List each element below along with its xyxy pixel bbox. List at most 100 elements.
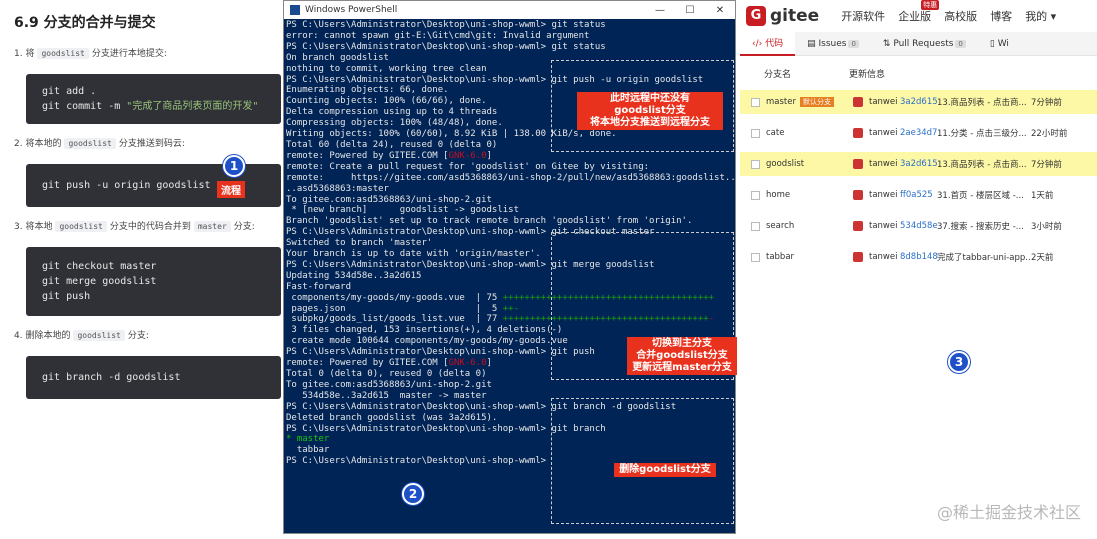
maximize-button[interactable]: ☐: [675, 5, 705, 16]
code-line: git commit -m "完成了商品列表页面的开发": [42, 99, 265, 114]
step-num: 1.: [14, 49, 23, 59]
commit-sha[interactable]: 3a2d615: [900, 97, 938, 107]
branch-row[interactable]: search tanwei 534d58e 37.搜索 - 搜索历史 -... …: [740, 214, 1097, 238]
nav-mine[interactable]: 我的 ▾: [1025, 8, 1056, 24]
watermark: @稀土掘金技术社区: [936, 503, 1081, 522]
tab-count: 0: [848, 39, 859, 48]
nav-opensource[interactable]: 开源软件: [841, 8, 885, 24]
close-button[interactable]: ✕: [705, 5, 735, 16]
annotation-box-delete: [551, 398, 734, 524]
minimize-button[interactable]: —: [645, 5, 675, 16]
inline-code: goodslist: [55, 221, 107, 232]
branch-row[interactable]: master 默认分支 tanwei 3a2d615 13.商品列表 - 点击商.…: [740, 90, 1097, 114]
code-block-merge: git checkout master git merge goodslist …: [26, 247, 281, 316]
doc-title: 6.9 分支的合并与提交: [14, 15, 156, 31]
nav-education[interactable]: 高校版: [944, 8, 977, 24]
commit-time: 3小时前: [1031, 222, 1062, 232]
commit-sha[interactable]: ff0a525: [900, 190, 937, 200]
code-line: git merge goodslist: [42, 276, 157, 287]
commit-sha[interactable]: 3a2d615: [900, 159, 938, 169]
window-titlebar[interactable]: Windows PowerShell — ☐ ✕: [284, 1, 735, 19]
step-num: 2.: [14, 139, 23, 149]
commit-time: 1天前: [1031, 191, 1054, 201]
gitee-panel: G gitee 开源软件 企业版 特惠 高校版 博客 我的 ▾ ‹/› 代码 ▤ …: [740, 0, 1097, 539]
nav-enterprise[interactable]: 企业版 特惠: [898, 0, 940, 24]
branch-row[interactable]: cate tanwei 2ae34d7 11.分类 - 点击三级分... 22小…: [740, 121, 1097, 145]
commit-sha[interactable]: 2ae34d7: [900, 128, 937, 138]
branch-checkbox[interactable]: [751, 190, 760, 200]
default-branch-badge: 默认分支: [799, 97, 834, 107]
commit-author[interactable]: tanwei: [869, 221, 900, 231]
branch-row[interactable]: tabbar tanwei 8d8b148 完成了tabbar-uni-app.…: [740, 245, 1097, 269]
step-text: 分支进行本地提交:: [91, 49, 167, 59]
step-text: 分支中的代码合并到: [109, 222, 191, 232]
step-num: 4.: [14, 331, 23, 341]
code-string: "完成了商品列表页面的开发": [126, 101, 259, 112]
tab-code[interactable]: ‹/› 代码: [740, 31, 796, 56]
branch-row[interactable]: goodslist tanwei 3a2d615 13.商品列表 - 点击商..…: [740, 152, 1097, 176]
code-icon: ‹/›: [752, 38, 766, 49]
wiki-icon: ▯: [989, 38, 998, 49]
branch-name[interactable]: cate: [766, 128, 853, 138]
branch-name[interactable]: master 默认分支: [766, 97, 853, 107]
avatar: [853, 221, 863, 231]
commit-author[interactable]: tanwei: [869, 128, 900, 138]
commit-author[interactable]: tanwei: [869, 252, 900, 262]
commit-time: 2天前: [1031, 253, 1054, 263]
commit-message[interactable]: 37.搜索 - 搜索历史 -...: [937, 220, 1031, 232]
branch-checkbox[interactable]: [751, 128, 760, 138]
commit-time: 7分钟前: [1031, 160, 1062, 170]
commit-message[interactable]: 完成了tabbar-uni-app...: [937, 251, 1031, 263]
step-marker-3: 3: [948, 351, 970, 373]
step-2: 2. 将本地的 goodslist 分支推送到码云:: [14, 136, 283, 152]
commit-sha[interactable]: 534d58e: [900, 221, 938, 231]
code-line: git push: [42, 291, 91, 302]
repo-tabs: ‹/› 代码 ▤ Issues 0 ⇅ Pull Requests 0 ▯ Wi: [740, 31, 1097, 56]
tab-label: Issues: [818, 38, 847, 49]
commit-author[interactable]: tanwei: [869, 97, 900, 107]
gitee-brand[interactable]: gitee: [770, 6, 819, 26]
code-line: git add .: [42, 86, 97, 97]
commit-author[interactable]: tanwei: [869, 190, 900, 200]
branch-checkbox[interactable]: [751, 159, 760, 169]
tab-label: Wi: [997, 38, 1009, 49]
commit-message[interactable]: 31.首页 - 楼层区域 -...: [937, 189, 1031, 201]
step-marker-2: 2: [402, 483, 424, 505]
avatar: [853, 190, 863, 200]
commit-time: 22小时前: [1031, 129, 1068, 139]
branch-row[interactable]: home tanwei ff0a525 31.首页 - 楼层区域 -... 1天…: [740, 183, 1097, 207]
tab-issues[interactable]: ▤ Issues 0: [795, 32, 871, 56]
gitee-header: G gitee 开源软件 企业版 特惠 高校版 博客 我的 ▾: [740, 0, 1097, 32]
step-text: 分支:: [233, 222, 255, 232]
commit-sha[interactable]: 8d8b148: [900, 252, 938, 262]
branch-name[interactable]: home: [766, 190, 853, 200]
step-num: 3.: [14, 222, 23, 232]
branch-name[interactable]: goodslist: [766, 159, 853, 169]
branch-checkbox[interactable]: [751, 252, 760, 262]
nav-blog[interactable]: 博客: [990, 8, 1012, 24]
step-text: 将: [25, 49, 35, 59]
powershell-icon: [290, 5, 300, 15]
tab-label: 代码: [765, 38, 784, 49]
branch-checkbox[interactable]: [751, 221, 760, 231]
commit-author[interactable]: tanwei: [869, 159, 900, 169]
flow-label: 流程: [217, 181, 245, 198]
code-block-delete: git branch -d goodslist: [26, 356, 281, 399]
step-text: 将本地的: [25, 139, 62, 149]
inline-code: goodslist: [64, 138, 116, 149]
commit-message[interactable]: 13.商品列表 - 点击商...: [937, 158, 1031, 170]
branch-checkbox[interactable]: [751, 97, 760, 107]
commit-message[interactable]: 13.商品列表 - 点击商...: [937, 96, 1031, 108]
code-block-commit: git add . git commit -m "完成了商品列表页面的开发": [26, 74, 281, 124]
issues-icon: ▤: [807, 38, 819, 49]
tab-wiki[interactable]: ▯ Wi: [978, 32, 1021, 56]
code-cmd: git commit -m: [42, 101, 127, 112]
step-3: 3. 将本地 goodslist 分支中的代码合并到 master 分支:: [14, 219, 283, 235]
gitee-logo-icon[interactable]: G: [746, 6, 766, 26]
branch-label: master: [766, 97, 796, 107]
branch-name[interactable]: tabbar: [766, 252, 853, 262]
commit-message[interactable]: 11.分类 - 点击三级分...: [937, 127, 1031, 139]
branch-name[interactable]: search: [766, 221, 853, 231]
step-text: 分支推送到码云:: [118, 139, 185, 149]
tab-pull-requests[interactable]: ⇅ Pull Requests 0: [871, 32, 978, 56]
